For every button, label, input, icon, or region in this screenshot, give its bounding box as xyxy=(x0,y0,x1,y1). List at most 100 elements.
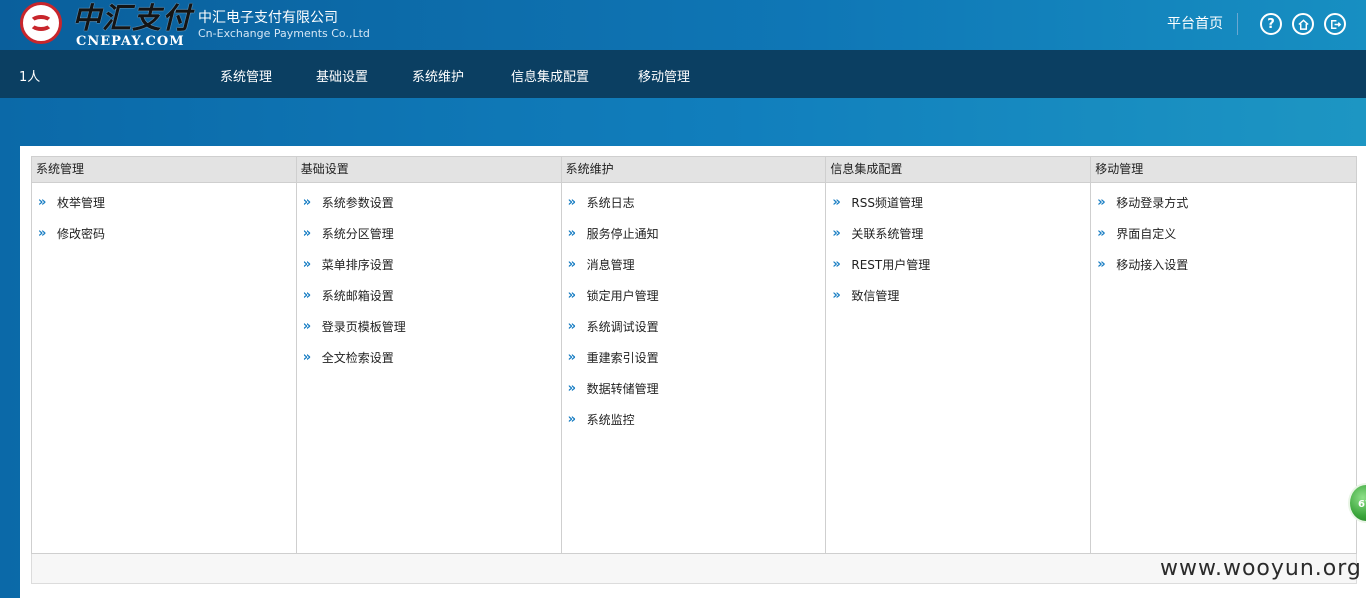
menu-link-label: 系统邮箱设置 xyxy=(321,289,394,303)
menu-link-label: 系统日志 xyxy=(586,196,635,210)
nav-system-maintenance[interactable]: 系统维护 xyxy=(412,66,464,85)
menu-link[interactable]: » 致信管理 xyxy=(826,286,1090,317)
menu-column-title: 信息集成配置 xyxy=(826,157,1091,183)
top-header: 中汇支付 CNEPAY.COM 中汇电子支付有限公司 Cn-Exchange P… xyxy=(0,0,1366,50)
menu-link[interactable]: » REST用户管理 xyxy=(826,255,1090,286)
menu-link-label: 移动登录方式 xyxy=(1116,196,1189,210)
menu-link[interactable]: » 全文检索设置 xyxy=(297,348,561,379)
double-chevron-icon: » xyxy=(567,288,576,303)
menu-link[interactable]: » 数据转储管理 xyxy=(562,379,826,410)
double-chevron-icon: » xyxy=(567,195,576,210)
menu-link-label: 全文检索设置 xyxy=(321,351,394,365)
double-chevron-icon: » xyxy=(38,226,46,241)
double-chevron-icon: » xyxy=(567,319,576,334)
nav-info-integration[interactable]: 信息集成配置 xyxy=(511,66,589,85)
logo-mark-icon xyxy=(20,2,62,44)
menu-link[interactable]: » 修改密码 xyxy=(32,224,296,255)
menu-link[interactable]: » 系统分区管理 xyxy=(297,224,561,255)
menu-link-label: 界面自定义 xyxy=(1116,227,1177,241)
double-chevron-icon: » xyxy=(567,381,576,396)
double-chevron-icon: » xyxy=(832,257,840,272)
panel-footer xyxy=(31,554,1357,584)
menu-panel: 系统管理» 枚举管理» 修改密码 基础设置» 系统参数设置» 系统分区管理» 菜单排序设置»… xyxy=(20,146,1366,598)
menu-link[interactable]: » 系统参数设置 xyxy=(297,193,561,224)
menu-link-label: 系统调试设置 xyxy=(586,320,659,334)
menu-column-title: 移动管理 xyxy=(1091,157,1356,183)
menu-link[interactable]: » 界面自定义 xyxy=(1091,224,1356,255)
menu-link-label: 移动接入设置 xyxy=(1116,258,1189,272)
platform-home-link[interactable]: 平台首页 xyxy=(1167,13,1238,35)
current-user[interactable]: 1人 xyxy=(19,66,40,85)
menu-link[interactable]: » 系统调试设置 xyxy=(562,317,826,348)
help-icon[interactable]: ? xyxy=(1260,13,1282,35)
double-chevron-icon: » xyxy=(832,195,840,210)
menu-column-title: 系统管理 xyxy=(32,157,296,183)
menu-link-label: 重建索引设置 xyxy=(586,351,659,365)
menu-column: 信息集成配置 » RSS频道管理 » 关联系统管理 » REST用户管理 » 致信管理 xyxy=(826,157,1092,553)
double-chevron-icon: » xyxy=(1097,195,1105,210)
menu-link[interactable]: » 移动登录方式 xyxy=(1091,193,1356,224)
double-chevron-icon: » xyxy=(567,350,576,365)
menu-column-body: » 系统参数设置 » 系统分区管理 » 菜单排序设置 » 系统邮箱设置 » 登录页模板管理 » 全文检… xyxy=(297,183,561,379)
logout-icon[interactable] xyxy=(1324,13,1346,35)
logo-english-text: CNEPAY.COM xyxy=(76,34,185,49)
menu-link-label: 服务停止通知 xyxy=(586,227,659,241)
menu-link[interactable]: » 重建索引设置 xyxy=(562,348,826,379)
menu-column-title: 基础设置 xyxy=(296,157,561,183)
menu-link[interactable]: » 关联系统管理 xyxy=(826,224,1090,255)
menu-grid: 系统管理» 枚举管理» 修改密码 基础设置» 系统参数设置» 系统分区管理» 菜单排序设置»… xyxy=(31,156,1357,554)
company-name-en: Cn-Exchange Payments Co.,Ltd xyxy=(198,27,370,40)
double-chevron-icon: » xyxy=(302,288,311,303)
double-chevron-icon: » xyxy=(302,257,311,272)
menu-link[interactable]: » 锁定用户管理 xyxy=(562,286,826,317)
menu-column-body: » 移动登录方式 » 界面自定义 » 移动接入设置 xyxy=(1091,183,1356,286)
nav-system-management[interactable]: 系统管理 xyxy=(220,66,272,85)
menu-link[interactable]: » 消息管理 xyxy=(562,255,826,286)
watermark: www.wooyun.org xyxy=(1160,556,1362,581)
menu-column: 系统管理 » 枚举管理 » 修改密码 xyxy=(32,157,297,553)
menu-link-label: 关联系统管理 xyxy=(851,227,924,241)
double-chevron-icon: » xyxy=(302,319,311,334)
menu-link-label: 系统监控 xyxy=(586,413,635,427)
menu-link[interactable]: » 系统监控 xyxy=(562,410,826,441)
menu-link-label: 修改密码 xyxy=(57,227,106,241)
logo-chinese-text: 中汇支付 xyxy=(72,1,193,35)
menu-link[interactable]: » RSS频道管理 xyxy=(826,193,1090,224)
menu-link[interactable]: » 枚举管理 xyxy=(32,193,296,224)
menu-column-body: » 枚举管理 » 修改密码 xyxy=(32,183,296,255)
double-chevron-icon: » xyxy=(302,195,311,210)
menu-link[interactable]: » 系统邮箱设置 xyxy=(297,286,561,317)
company-name: 中汇电子支付有限公司 Cn-Exchange Payments Co.,Ltd xyxy=(198,9,370,41)
menu-link[interactable]: » 服务停止通知 xyxy=(562,224,826,255)
header-actions: 平台首页 ? xyxy=(1167,13,1346,35)
company-name-cn: 中汇电子支付有限公司 xyxy=(198,10,338,26)
home-icon[interactable] xyxy=(1292,13,1314,35)
menu-link-label: RSS频道管理 xyxy=(851,196,923,210)
nav-basic-settings[interactable]: 基础设置 xyxy=(316,66,368,85)
menu-link-label: 菜单排序设置 xyxy=(321,258,394,272)
menu-link-label: 枚举管理 xyxy=(57,196,106,210)
nav-mobile-management[interactable]: 移动管理 xyxy=(638,66,690,85)
brand-logo[interactable]: 中汇支付 CNEPAY.COM xyxy=(18,1,198,49)
menu-link[interactable]: » 登录页模板管理 xyxy=(297,317,561,348)
menu-column-body: » RSS频道管理 » 关联系统管理 » REST用户管理 » 致信管理 xyxy=(826,183,1090,317)
double-chevron-icon: » xyxy=(567,226,576,241)
menu-link[interactable]: » 系统日志 xyxy=(562,193,826,224)
double-chevron-icon: » xyxy=(302,226,311,241)
double-chevron-icon: » xyxy=(567,257,576,272)
menu-link-label: 数据转储管理 xyxy=(586,382,659,396)
menu-column-body: » 系统日志 » 服务停止通知 » 消息管理 » 锁定用户管理 » 系统调试设置 » 重建索引设置 » 数… xyxy=(562,183,826,441)
double-chevron-icon: » xyxy=(832,288,840,303)
double-chevron-icon: » xyxy=(302,350,311,365)
menu-column-title: 系统维护 xyxy=(561,157,826,183)
menu-link[interactable]: » 移动接入设置 xyxy=(1091,255,1356,286)
menu-column: 移动管理 » 移动登录方式 » 界面自定义 » 移动接入设置 xyxy=(1091,157,1356,553)
double-chevron-icon: » xyxy=(567,412,576,427)
menu-link-label: 系统分区管理 xyxy=(321,227,394,241)
menu-link-label: 系统参数设置 xyxy=(321,196,394,210)
menu-link[interactable]: » 菜单排序设置 xyxy=(297,255,561,286)
double-chevron-icon: » xyxy=(1097,226,1105,241)
menu-link-label: 登录页模板管理 xyxy=(321,320,406,334)
menu-column: 基础设置 » 系统参数设置 » 系统分区管理 » 菜单排序设置 » 系统邮箱设置 » 登录页模板管理… xyxy=(296,157,562,553)
menu-column: 系统维护 » 系统日志 » 服务停止通知 » 消息管理 » 锁定用户管理 » 系统调试设置 » 重建索引… xyxy=(561,157,827,553)
